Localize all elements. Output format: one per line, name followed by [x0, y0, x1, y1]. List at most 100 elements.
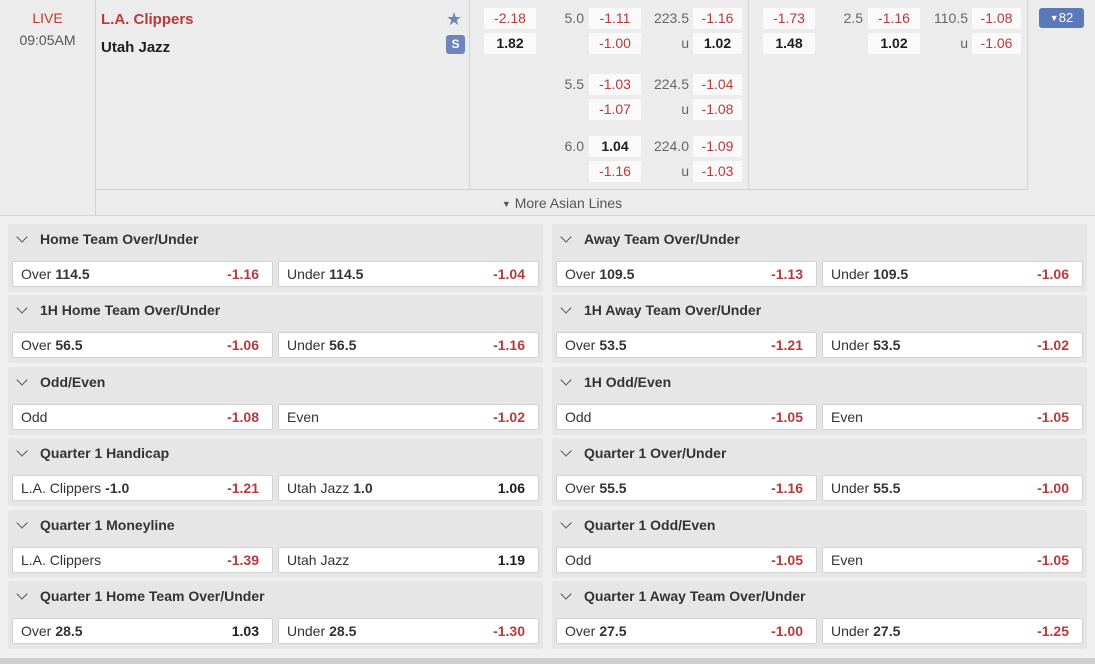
market-title-label: Away Team Over/Under	[584, 231, 740, 247]
selection-odds: -1.05	[1037, 409, 1069, 425]
match-time-cell: LIVE 09:05AM	[0, 0, 96, 215]
market-title[interactable]: 1H Away Team Over/Under	[560, 302, 761, 318]
market-title[interactable]: Quarter 1 Over/Under	[560, 445, 726, 461]
selection-button[interactable]: Odd -1.05	[556, 404, 817, 430]
ft-moneyline-away[interactable]: 1.82	[484, 33, 536, 54]
selection-button[interactable]: Over 53.5 -1.21	[556, 332, 817, 358]
selection-button[interactable]: Over 28.5 1.03	[12, 618, 273, 644]
selection-line: 56.5	[55, 337, 83, 353]
ft-total-line: 224.0	[653, 138, 689, 154]
ft-handicap-away-odds[interactable]: -1.00	[589, 33, 641, 54]
ft-under-odds[interactable]: 1.02	[693, 33, 742, 54]
caret-down-icon: ▼	[1049, 13, 1059, 23]
selection-odds: -1.16	[771, 480, 803, 496]
1h-handicap-home-odds[interactable]: -1.16	[868, 8, 920, 29]
selection-odds: -1.16	[227, 266, 259, 282]
selection-label: L.A. Clippers -1.0	[21, 480, 129, 496]
selection-label: L.A. Clippers	[21, 552, 101, 568]
selection-button[interactable]: Even -1.05	[822, 547, 1083, 573]
selection-button[interactable]: Under 55.5 -1.00	[822, 475, 1083, 501]
selection-name: Under	[831, 266, 870, 282]
selection-odds: -1.21	[227, 480, 259, 496]
ft-under-odds[interactable]: -1.08	[693, 99, 742, 120]
1h-total-line: 110.5	[934, 10, 968, 26]
selection-button[interactable]: L.A. Clippers -1.39	[12, 547, 273, 573]
live-status: LIVE	[32, 10, 63, 26]
1h-moneyline-away[interactable]: 1.48	[763, 33, 815, 54]
selection-line: 27.5	[599, 623, 627, 639]
selection-button[interactable]: Under 114.5 -1.04	[278, 261, 539, 287]
horizontal-scrollbar[interactable]	[0, 658, 1095, 664]
market-card: Quarter 1 Home Team Over/Under Over 28.5 1.…	[8, 581, 543, 649]
stream-icon[interactable]: S	[446, 35, 465, 54]
1h-over-odds[interactable]: -1.08	[972, 8, 1021, 29]
ft-handicap-home-odds[interactable]: -1.11	[589, 8, 641, 29]
market-title-label: 1H Away Team Over/Under	[584, 302, 762, 318]
selection-name: Over	[21, 623, 52, 639]
market-title[interactable]: 1H Home Team Over/Under	[16, 302, 220, 318]
market-title[interactable]: Home Team Over/Under	[16, 231, 198, 247]
market-title[interactable]: Quarter 1 Away Team Over/Under	[560, 588, 806, 604]
selection-label: Under 114.5	[287, 266, 363, 282]
ft-handicap-home-odds[interactable]: 1.04	[589, 136, 641, 157]
market-card: Odd/Even Odd -1.08 Even -1.02	[8, 367, 543, 435]
selection-button[interactable]: Under 28.5 -1.30	[278, 618, 539, 644]
selection-button[interactable]: Under 109.5 -1.06	[822, 261, 1083, 287]
chevron-down-icon	[16, 231, 28, 243]
selection-button[interactable]: Utah Jazz 1.19	[278, 547, 539, 573]
chevron-down-icon	[560, 374, 572, 386]
selection-odds: -1.39	[227, 552, 259, 568]
1h-under-odds[interactable]: -1.06	[972, 33, 1021, 54]
selection-name: Under	[831, 623, 870, 639]
more-markets-button[interactable]: ▼82	[1039, 8, 1084, 28]
ft-handicap-home-odds[interactable]: -1.03	[589, 74, 641, 95]
selection-button[interactable]: Over 114.5 -1.16	[12, 261, 273, 287]
1h-handicap-away-odds[interactable]: 1.02	[868, 33, 920, 54]
selection-button[interactable]: Utah Jazz 1.0 1.06	[278, 475, 539, 501]
market-title-label: Quarter 1 Away Team Over/Under	[584, 588, 806, 604]
selection-button[interactable]: Under 56.5 -1.16	[278, 332, 539, 358]
home-team-name[interactable]: L.A. Clippers	[101, 11, 194, 28]
teams-cell: L.A. Clippers Utah Jazz ★ S	[96, 0, 470, 189]
match-time: 09:05AM	[19, 32, 76, 48]
selection-button[interactable]: Odd -1.08	[12, 404, 273, 430]
ft-over-odds[interactable]: -1.09	[693, 136, 742, 157]
selection-odds: -1.04	[493, 266, 525, 282]
market-title[interactable]: Quarter 1 Handicap	[16, 445, 169, 461]
selection-button[interactable]: Over 55.5 -1.16	[556, 475, 817, 501]
star-icon[interactable]: ★	[446, 9, 462, 30]
market-title[interactable]: Away Team Over/Under	[560, 231, 740, 247]
market-title-label: Quarter 1 Moneyline	[40, 517, 175, 533]
market-title[interactable]: Quarter 1 Home Team Over/Under	[16, 588, 265, 604]
market-title[interactable]: 1H Odd/Even	[560, 374, 671, 390]
selection-button[interactable]: Over 109.5 -1.13	[556, 261, 817, 287]
selection-label: Utah Jazz	[287, 552, 349, 568]
ft-over-odds[interactable]: -1.04	[693, 74, 742, 95]
1h-moneyline-home[interactable]: -1.73	[763, 8, 815, 29]
selection-button[interactable]: L.A. Clippers -1.0 -1.21	[12, 475, 273, 501]
selection-button[interactable]: Under 27.5 -1.25	[822, 618, 1083, 644]
selection-button[interactable]: Odd -1.05	[556, 547, 817, 573]
market-title[interactable]: Odd/Even	[16, 374, 105, 390]
market-card: Quarter 1 Moneyline L.A. Clippers -1.39 Uta…	[8, 510, 543, 578]
more-asian-lines-toggle[interactable]: ▼ More Asian Lines	[96, 189, 1028, 215]
ft-moneyline-home[interactable]: -2.18	[484, 8, 536, 29]
selection-button[interactable]: Even -1.05	[822, 404, 1083, 430]
ft-total-line: 224.5	[653, 76, 689, 92]
selection-button[interactable]: Under 53.5 -1.02	[822, 332, 1083, 358]
chevron-down-icon	[560, 445, 572, 457]
market-title[interactable]: Quarter 1 Odd/Even	[560, 517, 715, 533]
market-title[interactable]: Quarter 1 Moneyline	[16, 517, 175, 533]
ft-over-odds[interactable]: -1.16	[693, 8, 742, 29]
selection-button[interactable]: Over 27.5 -1.00	[556, 618, 817, 644]
ft-handicap-away-odds[interactable]: -1.16	[589, 161, 641, 182]
market-card: 1H Odd/Even Odd -1.05 Even -1.05	[552, 367, 1087, 435]
away-team-name[interactable]: Utah Jazz	[101, 39, 170, 56]
selection-name: Over	[21, 266, 52, 282]
selection-name: Over	[565, 480, 596, 496]
selection-button[interactable]: Over 56.5 -1.06	[12, 332, 273, 358]
market-title-label: Quarter 1 Home Team Over/Under	[40, 588, 265, 604]
selection-button[interactable]: Even -1.02	[278, 404, 539, 430]
ft-under-odds[interactable]: -1.03	[693, 161, 742, 182]
ft-handicap-away-odds[interactable]: -1.07	[589, 99, 641, 120]
